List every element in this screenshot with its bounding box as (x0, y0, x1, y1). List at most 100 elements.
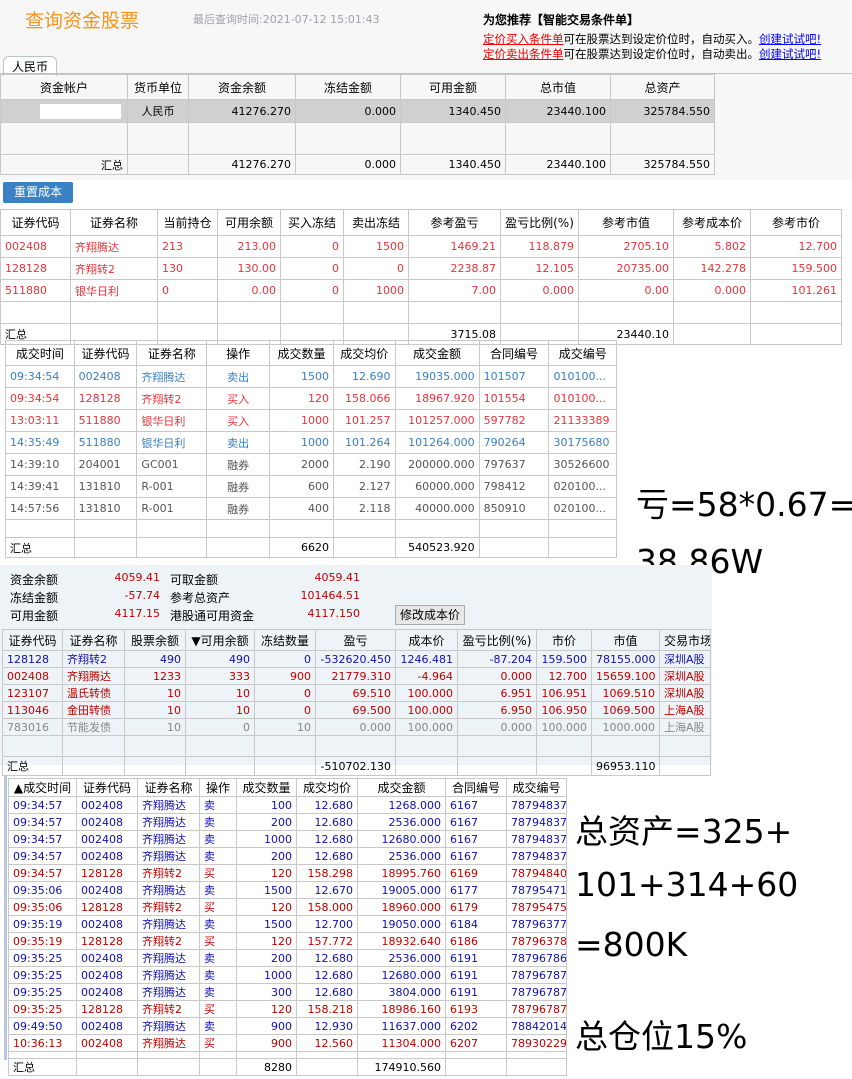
column-header[interactable]: 成交金额 (357, 778, 446, 797)
column-header[interactable]: 冻结数量 (254, 629, 316, 651)
table-row[interactable]: 14:39:10 204001 GC001 融券 2000 2.190 200000.000… (5, 453, 617, 476)
table-row[interactable]: 14:39:41 131810 R-001 融券 600 2.127 60000.000 79… (5, 475, 617, 498)
table-row[interactable]: 09:35:06 002408 齐翔腾达卖 1500 12.670 19005.000 61… (8, 881, 567, 899)
table-cell: 齐翔转2 (136, 387, 208, 410)
table-row[interactable] (5, 519, 617, 538)
table-row[interactable]: 09:35:19 002408 齐翔腾达卖 1500 12.700 19050.000 61… (8, 915, 567, 933)
column-header[interactable]: 成交编号 (506, 778, 567, 797)
table-cell: 2536.000 (357, 949, 446, 967)
create-link[interactable]: 创建试试吧! (759, 32, 821, 46)
table-row[interactable]: 783016 节能发债 10 0 10 0.000 100.000 0.000 100.000 1… (2, 718, 711, 736)
table-row[interactable]: 511880 银华日利 0 0.00 0 1000 7.00 0.000 0.00 0.000 10… (0, 279, 842, 302)
column-header[interactable]: 盈亏比例(%) (500, 209, 579, 236)
column-header[interactable]: 市值 (591, 629, 660, 651)
column-header[interactable]: 资金余额 (188, 74, 296, 100)
table-row[interactable]: 09:49:50 002408 齐翔腾达卖 900 12.930 11637.000 620… (8, 1017, 567, 1035)
table-row[interactable]: 09:35:25 128128 齐翔转2 买 120 158.218 18986.160 61… (8, 1000, 567, 1018)
column-header[interactable]: ▲成交时间 (8, 778, 77, 797)
column-header[interactable]: 证券名称 (70, 209, 158, 236)
column-header[interactable]: 证券代码 (76, 778, 138, 797)
column-header[interactable]: 成交金额 (394, 340, 480, 366)
header-row: ▲成交时间 证券代码 证券名称 操作 成交数量 成交均价 成交金额 合同编号 成交编号 (8, 778, 567, 797)
table-row[interactable]: 14:57:56 131810 R-001 融券 400 2.118 40000.000 85… (5, 497, 617, 520)
column-header[interactable]: 参考成本价 (673, 209, 751, 236)
column-header[interactable]: 成交数量 (269, 340, 334, 366)
column-header[interactable]: 成交均价 (332, 340, 396, 366)
column-header[interactable]: 货币单位 (127, 74, 189, 100)
total-row[interactable]: 汇总 -510702.130 96953.110 (2, 756, 711, 776)
column-header[interactable]: 参考市值 (578, 209, 674, 236)
table-cell: 96953.110 (591, 756, 660, 776)
column-header[interactable]: 成交均价 (296, 778, 358, 797)
column-header[interactable]: 资金帐户 (0, 74, 128, 100)
column-header[interactable]: 冻结金额 (295, 74, 401, 100)
table-row[interactable]: 09:35:06 128128 齐翔转2 买 120 158.000 18960.000 61… (8, 898, 567, 916)
total-row[interactable]: 汇总 41276.270 0.000 1340.450 23440.100 325784.… (0, 154, 715, 175)
column-header[interactable]: 参考盈亏 (408, 209, 501, 236)
column-header[interactable]: 成交编号 (548, 340, 617, 366)
table-cell: 1069.500 (591, 701, 660, 719)
column-header[interactable]: 证券代码 (2, 629, 63, 651)
column-header[interactable]: 股票余额 (124, 629, 186, 651)
column-header[interactable]: 卖出冻结 (343, 209, 409, 236)
column-header[interactable]: 操作 (206, 340, 271, 366)
column-header[interactable]: 合同编号 (478, 340, 550, 366)
table-row[interactable]: 09:34:54 128128 齐翔转2 买入 120 158.066 18967.920 1… (5, 387, 617, 410)
table-row[interactable]: 09:34:57 128128 齐翔转2 买 120 158.298 18995.760 61… (8, 864, 567, 882)
create-link[interactable]: 创建试试吧! (759, 47, 821, 61)
column-header[interactable]: ▼可用余额 (185, 629, 255, 651)
column-header[interactable]: 合同编号 (445, 778, 507, 797)
table-row[interactable]: 09:34:57 002408 齐翔腾达卖 1000 12.680 12680.000 61… (8, 830, 567, 848)
column-header[interactable]: 盈亏 (315, 629, 396, 651)
column-header[interactable]: 证券名称 (62, 629, 125, 651)
reset-cost-button[interactable]: 重置成本 (3, 182, 73, 203)
table-cell: 上海A股 (659, 718, 711, 736)
table-row[interactable]: 09:35:19 128128 齐翔转2 买 120 157.772 18932.640 61… (8, 932, 567, 950)
column-header[interactable]: 证券代码 (73, 340, 138, 366)
table-row[interactable] (0, 122, 715, 155)
table-row[interactable]: 113046 金田转债 10 10 0 69.500 100.000 6.950 106.950… (2, 701, 711, 719)
table-row[interactable]: 10:36:13 002408 齐翔腾达买 900 12.560 11304.000 620… (8, 1034, 567, 1052)
table-row[interactable]: 09:34:57 002408 齐翔腾达卖 100 12.680 1268.000 6167… (8, 796, 567, 814)
table-row[interactable] (8, 1051, 567, 1059)
table-row[interactable]: 002408 齐翔腾达 1233 333 900 21779.310 -4.964 0.000… (2, 667, 711, 685)
column-header[interactable]: 证券名称 (136, 340, 208, 366)
column-header[interactable]: 成交数量 (236, 778, 297, 797)
table-row[interactable]: 14:35:49 511880 银华日利 卖出 1000 101.264 101264.00… (5, 431, 617, 454)
sell-condition-link[interactable]: 定价卖出条件单 (483, 47, 564, 61)
table-row[interactable] (0, 301, 842, 324)
column-header[interactable]: 总市值 (505, 74, 611, 100)
column-header[interactable]: 当前持仓 (157, 209, 218, 236)
edit-cost-button[interactable]: 修改成本价 (395, 605, 465, 625)
table-row[interactable]: 123107 温氏转债 10 10 0 69.510 100.000 6.951 106.951… (2, 684, 711, 702)
buy-condition-link[interactable]: 定价买入条件单 (483, 32, 564, 46)
column-header[interactable]: 交易市场 (659, 629, 711, 651)
column-header[interactable]: 证券代码 (0, 209, 71, 236)
table-row[interactable]: 128128 齐翔转2 490 490 0 -532620.450 1246.481 -87.… (2, 650, 711, 668)
column-header[interactable]: 买入冻结 (280, 209, 344, 236)
table-row[interactable]: 09:34:57 002408 齐翔腾达卖 200 12.680 2536.000 6167… (8, 847, 567, 865)
column-header[interactable]: 成本价 (395, 629, 458, 651)
total-row[interactable]: 汇总 6620 540523.920 (5, 537, 617, 558)
column-header[interactable]: 参考市价 (750, 209, 842, 236)
column-header[interactable]: 盈亏比例(%) (457, 629, 537, 651)
column-header[interactable]: 可用金额 (400, 74, 506, 100)
column-header[interactable]: 成交时间 (5, 340, 75, 366)
table-row[interactable]: 09:35:25 002408 齐翔腾达卖 1000 12.680 12680.000 61… (8, 966, 567, 984)
column-header[interactable]: 总资产 (610, 74, 715, 100)
column-header[interactable]: 证券名称 (137, 778, 200, 797)
table-row[interactable]: 002408 齐翔腾达 213 213.00 0 1500 1469.21 118.879 27… (0, 235, 842, 258)
total-row[interactable]: 汇总 8280 174910.560 (8, 1058, 567, 1076)
table-row[interactable]: 09:34:57 002408 齐翔腾达卖 200 12.680 2536.000 6167… (8, 813, 567, 831)
table-row[interactable]: 09:35:25 002408 齐翔腾达卖 200 12.680 2536.000 6191… (8, 949, 567, 967)
column-header[interactable]: 可用余额 (217, 209, 281, 236)
column-header[interactable]: 操作 (199, 778, 237, 797)
table-row[interactable]: 09:34:54 002408 齐翔腾达 卖出 1500 12.690 19035.000 1… (5, 365, 617, 388)
scrollbar[interactable] (4, 775, 7, 1060)
table-row[interactable]: 128128 齐翔转2 130 130.00 0 0 2238.87 12.105 20735.… (0, 257, 842, 280)
table-row[interactable]: 09:35:25 002408 齐翔腾达卖 300 12.680 3804.000 6191… (8, 983, 567, 1001)
column-header[interactable]: 市价 (536, 629, 592, 651)
table-row[interactable]: 13:03:11 511880 银华日利 买入 1000 101.257 101257.00… (5, 409, 617, 432)
table-row[interactable] (2, 735, 711, 757)
table-row[interactable]: 人民币 41276.270 0.000 1340.450 23440.100 325784… (0, 99, 715, 123)
